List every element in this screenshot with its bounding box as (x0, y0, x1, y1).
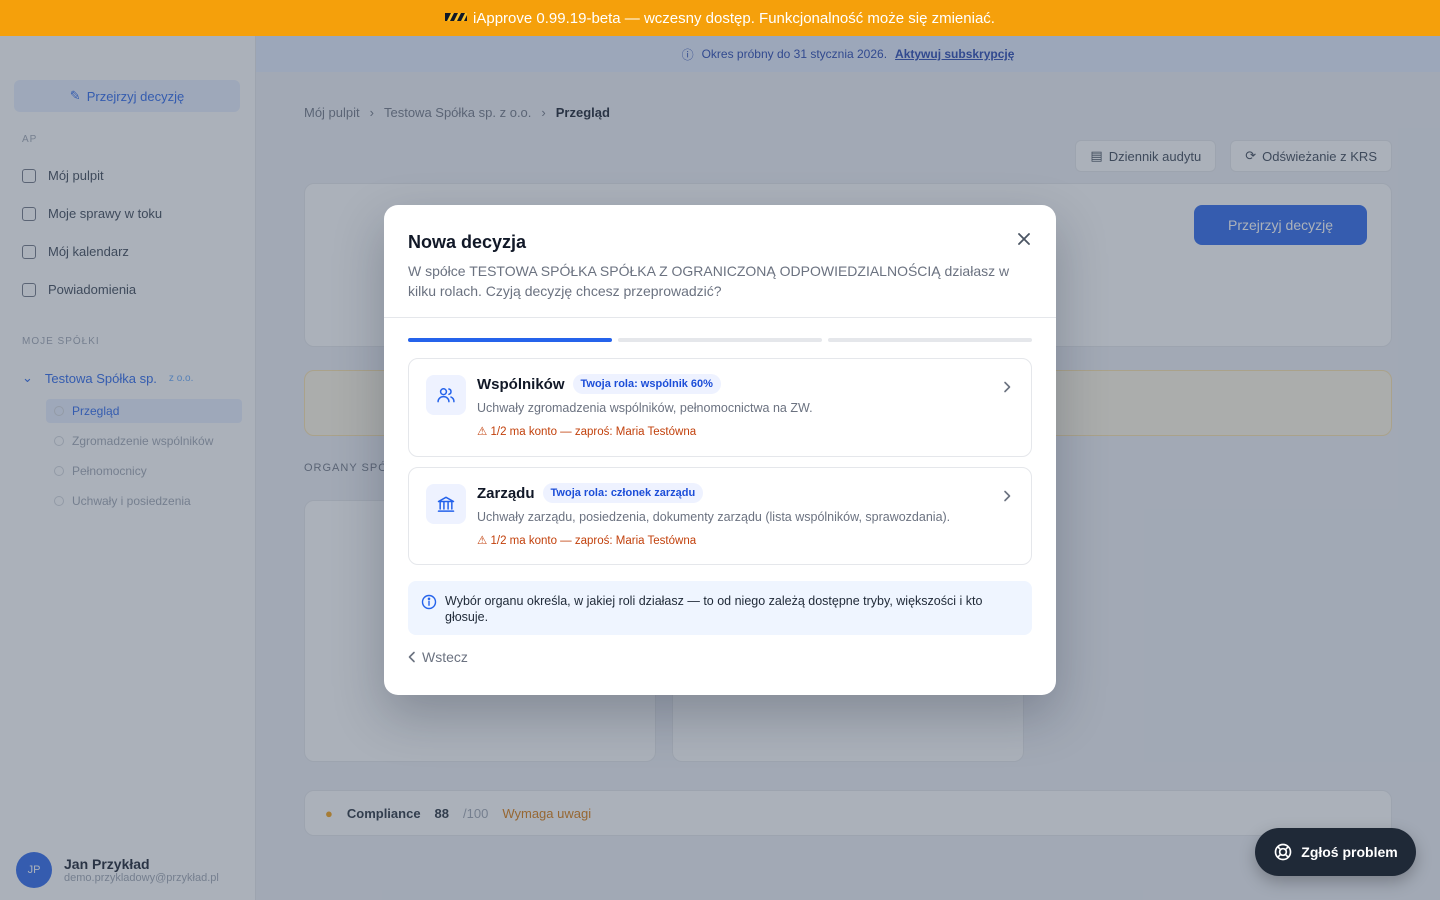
construction-icon (445, 10, 468, 27)
step-3 (828, 338, 1032, 342)
bank-icon (426, 484, 466, 524)
option-warning: ⚠ 1/2 ma konto — zaproś: Maria Testówna (477, 535, 697, 547)
option-warning: ⚠ 1/2 ma konto — zaproś: Maria Testówna (477, 426, 697, 438)
info-tip: Wybór organu określa, w jakiej roli dzia… (408, 581, 1032, 635)
modal-subtitle: W spółce TESTOWA SPÓŁKA SPÓŁKA Z OGRANIC… (408, 263, 1010, 299)
beta-text: iApprove 0.99.19-beta — wczesny dostęp. … (473, 9, 995, 27)
step-2 (618, 338, 822, 342)
option-shareholders[interactable]: Wspólników Twoja rola: wspólnik 60% Uchw… (408, 358, 1032, 457)
chevron-right-icon (999, 379, 1015, 395)
beta-banner: iApprove 0.99.19-beta — wczesny dostęp. … (0, 0, 1440, 36)
option-header: Zarządu Twoja rola: członek zarządu (477, 483, 704, 503)
close-button[interactable] (1014, 229, 1034, 249)
new-decision-modal: Nowa decyzja W spółce TESTOWA SPÓŁKA SPÓ… (384, 205, 1056, 695)
option-name: Wspólników (477, 375, 565, 393)
role-badge: Twoja rola: wspólnik 60% (572, 374, 721, 394)
close-icon (1018, 233, 1030, 245)
chevron-right-icon (999, 488, 1015, 504)
back-label: Wstecz (422, 649, 468, 665)
role-badge: Twoja rola: członek zarządu (542, 483, 704, 503)
step-progress (408, 338, 1032, 342)
step-1 (408, 338, 612, 342)
modal-title: Nowa decyzja (408, 232, 527, 252)
report-label: Zgłoś problem (1301, 844, 1398, 860)
modal-divider (384, 317, 1056, 318)
chevron-left-icon (408, 651, 415, 663)
back-button[interactable]: Wstecz (408, 649, 468, 665)
option-board[interactable]: Zarządu Twoja rola: członek zarządu Uchw… (408, 467, 1032, 565)
option-name: Zarządu (477, 484, 535, 502)
info-icon (421, 594, 437, 610)
report-problem-button[interactable]: Zgłoś problem (1255, 828, 1416, 876)
option-header: Wspólników Twoja rola: wspólnik 60% (477, 374, 721, 394)
lifebuoy-icon (1274, 843, 1292, 861)
users-icon (426, 375, 466, 415)
option-description: Uchwały zarządu, posiedzenia, dokumenty … (477, 510, 951, 524)
tip-text: Wybór organu określa, w jakiej roli dzia… (445, 594, 983, 624)
option-description: Uchwały zgromadzenia wspólników, pełnomo… (477, 401, 813, 415)
